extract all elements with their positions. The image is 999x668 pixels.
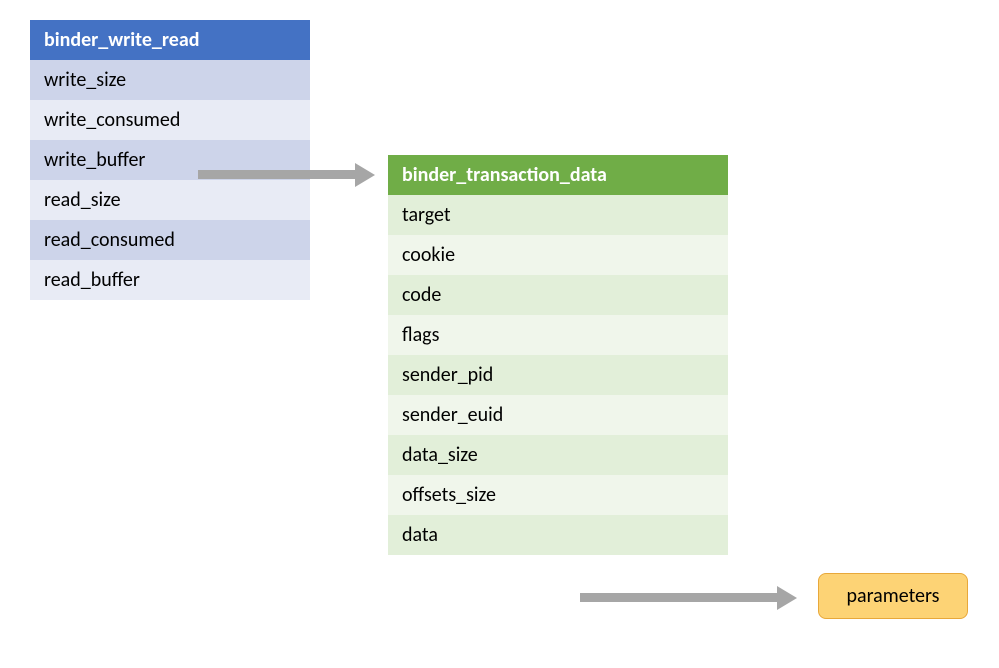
table-row: read_buffer [30, 260, 310, 300]
table-row: read_size [30, 180, 310, 220]
table-row: write_consumed [30, 100, 310, 140]
arrow-data-to-parameters [580, 593, 779, 602]
table-row: sender_euid [388, 395, 728, 435]
table-row: data_size [388, 435, 728, 475]
binder-transaction-data-header: binder_transaction_data [388, 155, 728, 195]
table-row: flags [388, 315, 728, 355]
table-row: target [388, 195, 728, 235]
arrow-write-buffer-to-transaction-data [198, 170, 357, 179]
table-row: read_consumed [30, 220, 310, 260]
table-row: sender_pid [388, 355, 728, 395]
parameters-box: parameters [818, 573, 968, 619]
binder-write-read-table: binder_write_read write_size write_consu… [30, 20, 310, 300]
table-row: data [388, 515, 728, 555]
table-row: cookie [388, 235, 728, 275]
binder-transaction-data-table: binder_transaction_data target cookie co… [388, 155, 728, 555]
table-row: offsets_size [388, 475, 728, 515]
table-row: code [388, 275, 728, 315]
binder-write-read-header: binder_write_read [30, 20, 310, 60]
table-row: write_size [30, 60, 310, 100]
